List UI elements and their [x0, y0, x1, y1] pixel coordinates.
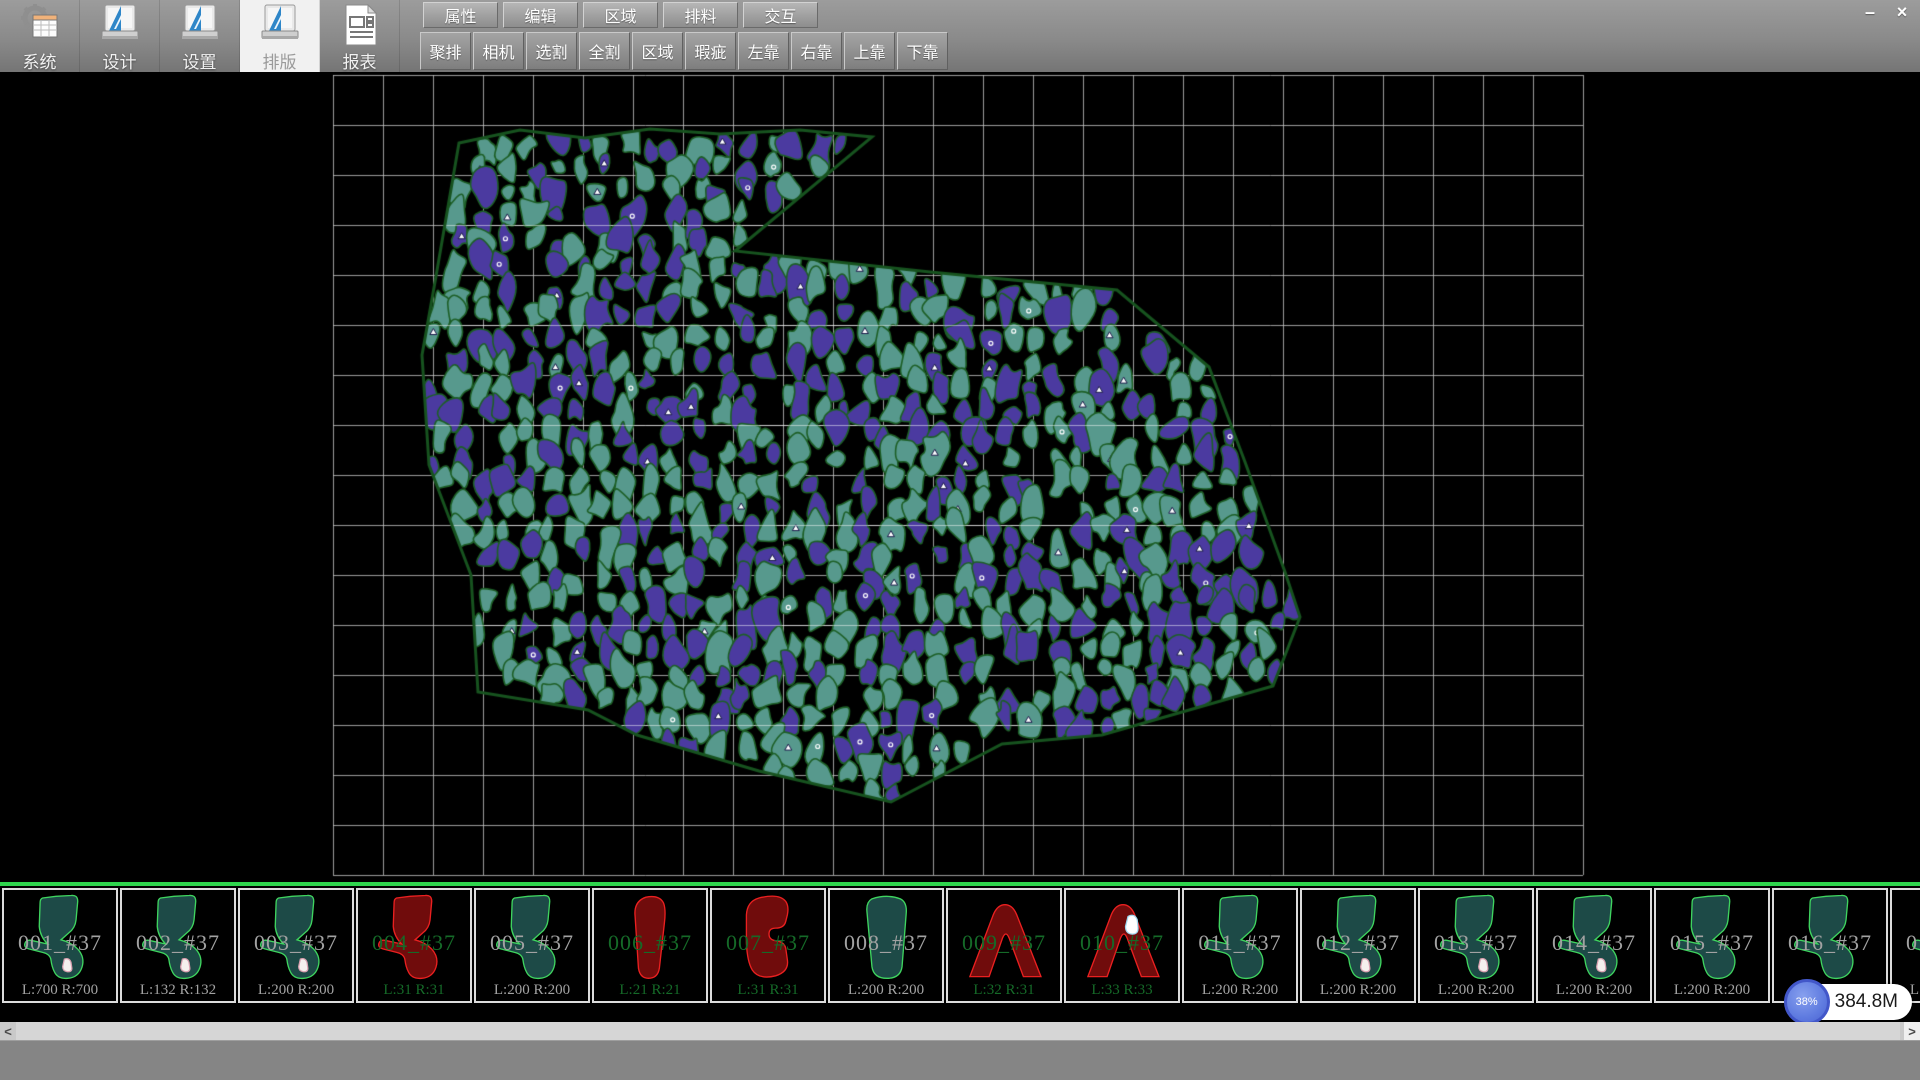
- piece-thumbnail[interactable]: 002_#37 L:132 R:132: [120, 888, 236, 1003]
- menu-tab-4[interactable]: 排料: [663, 2, 738, 28]
- piece-lr-count: L:200 R:200: [1420, 982, 1532, 999]
- nesting-canvas[interactable]: [0, 72, 1920, 882]
- piece-thumbnail[interactable]: 003_#37 L:200 R:200: [238, 888, 354, 1003]
- ribbon-big-buttons: 系统 设计 设置 排版 报表: [0, 0, 400, 72]
- memory-badge: 38% 384.8M: [1787, 984, 1912, 1020]
- big-button-label: 设置: [183, 48, 217, 73]
- big-button-label: 设计: [103, 48, 137, 73]
- menu-tab-3[interactable]: 区域: [583, 2, 658, 28]
- tool-button-8[interactable]: 右靠: [791, 32, 842, 70]
- tool-button-6[interactable]: 瑕疵: [685, 32, 736, 70]
- menu-tab-2[interactable]: 编辑: [503, 2, 578, 28]
- big-button-settings[interactable]: 设置: [160, 0, 240, 72]
- piece-id: 011_#37: [1184, 930, 1296, 956]
- piece-thumbnail[interactable]: 015_#37 L:200 R:200: [1654, 888, 1770, 1003]
- piece-lr-count: L:31 R:31: [358, 982, 470, 999]
- piece-thumbnail[interactable]: 010_#37 L:33 R:33: [1064, 888, 1180, 1003]
- piece-thumbnail[interactable]: 009_#37 L:32 R:31: [946, 888, 1062, 1003]
- piece-lr-count: L:200 R:200: [1538, 982, 1650, 999]
- piece-lr-count: L:200 R:200: [830, 982, 942, 999]
- piece-id: 005_#37: [476, 930, 588, 956]
- piece-id: 004_#37: [358, 930, 470, 956]
- tool-button-3[interactable]: 选割: [526, 32, 577, 70]
- piece-thumbnail[interactable]: 004_#37 L:31 R:31: [356, 888, 472, 1003]
- piece-id: 014_#37: [1538, 930, 1650, 956]
- piece-id: 007_#37: [712, 930, 824, 956]
- piece-thumbnail[interactable]: 001_#37 L:700 R:700: [2, 888, 118, 1003]
- big-button-report[interactable]: 报表: [320, 0, 400, 72]
- piece-lr-count: L:200 R:200: [476, 982, 588, 999]
- big-button-design[interactable]: 设计: [80, 0, 160, 72]
- piece-thumbnail[interactable]: 012_#37 L:200 R:200: [1300, 888, 1416, 1003]
- piece-id: 006_#37: [594, 930, 706, 956]
- piece-lr-count: L:200 R:200: [1656, 982, 1768, 999]
- tool-button-5[interactable]: 区域: [632, 32, 683, 70]
- memory-size: 384.8M: [1835, 991, 1898, 1013]
- piece-id: 016_#37: [1774, 930, 1886, 956]
- piece-lr-count: L:31 R:31: [712, 982, 824, 999]
- piece-lr-count: L:200 R:200: [1302, 982, 1414, 999]
- tool-button-2[interactable]: 相机: [473, 32, 524, 70]
- horizontal-scrollbar[interactable]: < >: [0, 1022, 1920, 1040]
- piece-thumbnail[interactable]: 014_#37 L:200 R:200: [1536, 888, 1652, 1003]
- scroll-right-arrow-icon[interactable]: >: [1904, 1022, 1920, 1040]
- status-bar: [0, 1040, 1920, 1080]
- piece-lr-count: L:700 R:700: [4, 982, 116, 999]
- piece-id: 010_#37: [1066, 930, 1178, 956]
- settings-icon: [177, 3, 223, 47]
- piece-id: 013_#37: [1420, 930, 1532, 956]
- menu-tab-row: 属性编辑区域排料交互: [423, 2, 818, 28]
- tool-button-7[interactable]: 左靠: [738, 32, 789, 70]
- piece-id: 015_#37: [1656, 930, 1768, 956]
- piece-film-strip: 001_#37L:700 R:700002_#37L:132 R:132003_…: [0, 882, 1920, 1022]
- piece-id: 002_#37: [122, 930, 234, 956]
- piece-thumbnail[interactable]: 013_#37 L:200 R:200: [1418, 888, 1534, 1003]
- strip-separator-line: [0, 882, 1920, 886]
- nesting-canvas-area[interactable]: [0, 72, 1920, 882]
- tool-button-1[interactable]: 聚排: [420, 32, 471, 70]
- close-button[interactable]: ×: [1886, 0, 1918, 25]
- tool-button-9[interactable]: 上靠: [844, 32, 895, 70]
- piece-thumbnail[interactable]: 011_#37 L:200 R:200: [1182, 888, 1298, 1003]
- scrollbar-thumb[interactable]: [16, 1022, 1900, 1040]
- piece-thumbnail[interactable]: 007_#37 L:31 R:31: [710, 888, 826, 1003]
- big-button-label: 系统: [23, 48, 57, 73]
- memory-percent-badge: 38%: [1784, 979, 1830, 1025]
- memory-percent: 38%: [1796, 996, 1818, 1008]
- tool-button-row: 聚排相机选割全割区域瑕疵左靠右靠上靠下靠: [420, 32, 948, 70]
- big-button-label: 排版: [263, 48, 297, 73]
- system-icon: [17, 3, 63, 47]
- piece-lr-count: L:200 R:200: [240, 982, 352, 999]
- report-icon: [337, 3, 383, 47]
- piece-id: 017_#37: [1892, 930, 1920, 956]
- minimize-button[interactable]: –: [1854, 0, 1886, 25]
- piece-lr-count: L:132 R:132: [122, 982, 234, 999]
- piece-id: 012_#37: [1302, 930, 1414, 956]
- piece-lr-count: L:32 R:31: [948, 982, 1060, 999]
- big-button-system[interactable]: 系统: [0, 0, 80, 72]
- piece-id: 003_#37: [240, 930, 352, 956]
- piece-id: 001_#37: [4, 930, 116, 956]
- tool-button-4[interactable]: 全割: [579, 32, 630, 70]
- piece-thumbnail-list: 001_#37L:700 R:700002_#37L:132 R:132003_…: [2, 888, 1920, 1005]
- piece-thumbnail[interactable]: 005_#37 L:200 R:200: [474, 888, 590, 1003]
- piece-thumbnail[interactable]: 008_#37 L:200 R:200: [828, 888, 944, 1003]
- layout-icon: [257, 3, 303, 47]
- scroll-left-arrow-icon[interactable]: <: [0, 1022, 16, 1040]
- design-icon: [97, 3, 143, 47]
- window-controls: – ×: [1854, 0, 1918, 25]
- piece-thumbnail[interactable]: 006_#37 L:21 R:21: [592, 888, 708, 1003]
- top-toolbar: 系统设计设置排版报表 属性编辑区域排料交互 聚排相机选割全割区域瑕疵左靠右靠上靠…: [0, 0, 1920, 72]
- piece-id: 009_#37: [948, 930, 1060, 956]
- piece-lr-count: L:21 R:21: [594, 982, 706, 999]
- piece-id: 008_#37: [830, 930, 942, 956]
- piece-lr-count: L:200 R:200: [1184, 982, 1296, 999]
- piece-lr-count: L:33 R:33: [1066, 982, 1178, 999]
- big-button-layout[interactable]: 排版: [240, 0, 320, 72]
- tool-button-10[interactable]: 下靠: [897, 32, 948, 70]
- big-button-label: 报表: [343, 48, 377, 73]
- menu-tab-1[interactable]: 属性: [423, 2, 498, 28]
- menu-tab-5[interactable]: 交互: [743, 2, 818, 28]
